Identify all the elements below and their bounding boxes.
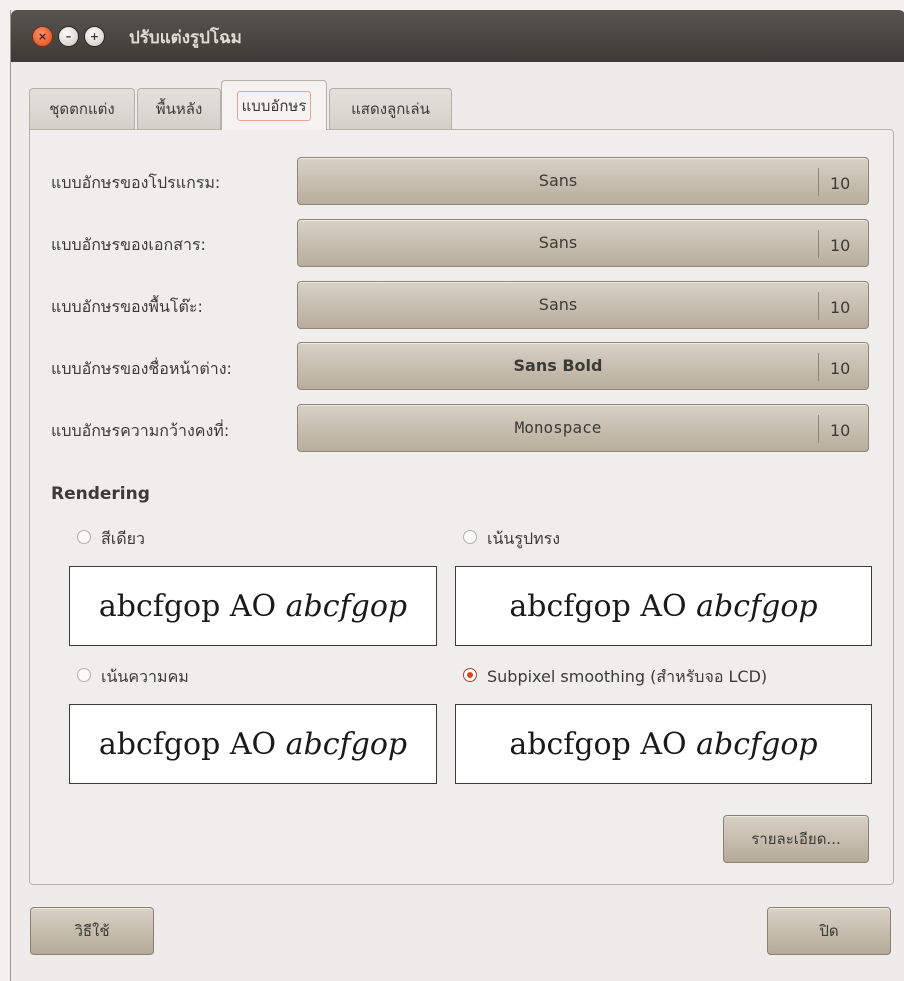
title-bar[interactable]: × – + ปรับแต่งรูปโฉม	[11, 10, 904, 62]
tab-visual-effects[interactable]: แสดงลูกเล่น	[329, 88, 452, 129]
sample-regular: abcfgop AO	[98, 588, 277, 624]
window-title: ปรับแต่งรูปโฉม	[129, 28, 242, 48]
tab-background[interactable]: พื้นหลัง	[137, 88, 221, 129]
font-name: Sans	[538, 171, 578, 190]
subpixel-preview[interactable]: abcfgop AO abcfgop	[455, 704, 872, 784]
separator	[818, 168, 819, 196]
application-font-button[interactable]: Sans 10	[297, 157, 869, 205]
sample-italic: abcfgop	[696, 726, 818, 762]
best-shapes-preview[interactable]: abcfgop AO abcfgop	[455, 566, 872, 646]
tab-label: แบบอักษร	[236, 90, 312, 121]
font-size: 10	[830, 359, 851, 378]
close-window-icon[interactable]: ×	[32, 26, 53, 47]
monochrome-label[interactable]: สีเดียว	[101, 527, 145, 552]
application-font-label: แบบอักษรของโปรแกรม:	[51, 173, 221, 192]
tab-theme[interactable]: ชุดตกแต่ง	[29, 88, 135, 129]
maximize-window-icon[interactable]: +	[84, 26, 105, 47]
desktop-font-button[interactable]: Sans 10	[297, 281, 869, 329]
help-button[interactable]: วิธีใช้	[30, 907, 154, 955]
sample-italic: abcfgop	[285, 726, 408, 762]
font-size: 10	[830, 236, 851, 255]
monochrome-radio[interactable]	[77, 530, 91, 544]
best-contrast-radio[interactable]	[77, 668, 91, 682]
separator	[818, 353, 819, 381]
font-size: 10	[830, 421, 851, 440]
sample-regular: abcfgop AO	[98, 726, 277, 762]
best-shapes-label[interactable]: เน้นรูปทรง	[487, 527, 560, 552]
best-shapes-radio[interactable]	[463, 530, 477, 544]
sample-regular: abcfgop AO	[509, 726, 687, 762]
close-button[interactable]: ปิด	[767, 907, 891, 955]
font-name: Sans	[538, 295, 578, 314]
separator	[818, 230, 819, 258]
sample-regular: abcfgop AO	[509, 588, 687, 624]
window-title-font-label: แบบอักษรของชื่อหน้าต่าง:	[51, 359, 232, 378]
font-size: 10	[830, 174, 851, 193]
subpixel-smoothing-label[interactable]: Subpixel smoothing (สำหรับจอ LCD)	[487, 665, 767, 690]
fixed-width-font-button[interactable]: Monospace 10	[297, 404, 869, 452]
tab-label: พื้นหลัง	[155, 100, 203, 118]
font-name: Monospace	[514, 418, 602, 437]
sample-italic: abcfgop	[696, 588, 818, 624]
separator	[818, 415, 819, 443]
document-font-label: แบบอักษรของเอกสาร:	[51, 235, 206, 254]
sample-italic: abcfgop	[285, 588, 408, 624]
font-name: Sans	[538, 233, 578, 252]
rendering-heading: Rendering	[51, 484, 150, 504]
separator	[818, 292, 819, 320]
subpixel-smoothing-radio[interactable]	[463, 668, 477, 682]
best-contrast-preview[interactable]: abcfgop AO abcfgop	[69, 704, 437, 784]
best-contrast-label[interactable]: เน้นความคม	[101, 665, 189, 690]
tab-label: แสดงลูกเล่น	[351, 100, 430, 118]
minimize-window-icon[interactable]: –	[58, 26, 79, 47]
tab-label: ชุดตกแต่ง	[49, 100, 115, 118]
font-size: 10	[830, 298, 851, 317]
document-font-button[interactable]: Sans 10	[297, 219, 869, 267]
details-button[interactable]: รายละเอียด...	[723, 815, 869, 863]
tab-fonts[interactable]: แบบอักษร	[221, 80, 327, 130]
desktop-font-label: แบบอักษรของพื้นโต๊ะ:	[51, 297, 203, 316]
font-name: Sans Bold	[513, 356, 603, 375]
fixed-width-font-label: แบบอักษรความกว้างคงที่:	[51, 421, 230, 440]
monochrome-preview[interactable]: abcfgop AO abcfgop	[69, 566, 437, 646]
window-title-font-button[interactable]: Sans Bold 10	[297, 342, 869, 390]
